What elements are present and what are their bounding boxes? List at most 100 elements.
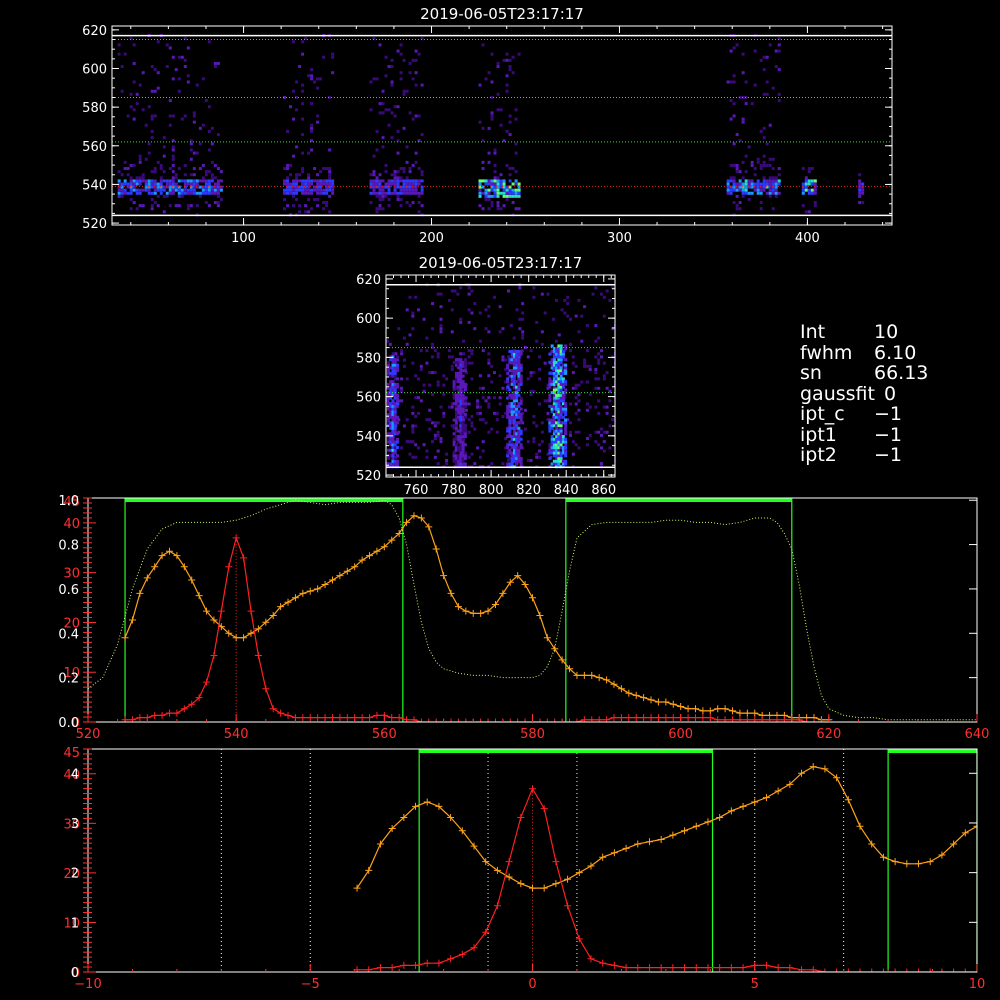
heatmap-pixel — [454, 424, 458, 428]
heatmap-pixel — [307, 182, 311, 186]
heatmap-pixel — [411, 455, 415, 459]
heatmap-pixel — [557, 462, 561, 466]
orange-series-markers — [121, 512, 833, 722]
heatmap-pixel — [583, 305, 587, 309]
data-point — [232, 534, 240, 542]
heatmap-pixel — [459, 388, 463, 392]
heatmap-pixel — [153, 167, 157, 171]
heatmap-pixel — [741, 182, 745, 186]
heatmap-pixel — [411, 77, 415, 81]
heatmap-pixel — [390, 83, 394, 87]
heatmap-pixel — [744, 154, 748, 158]
heatmap-pixel — [183, 58, 187, 62]
data-point — [727, 964, 735, 972]
heatmap-pixel — [559, 413, 563, 417]
heatmap-pixel — [481, 418, 485, 422]
heatmap-pixel — [526, 458, 530, 462]
heatmap-pixel — [328, 188, 332, 192]
heatmap-pixel — [414, 58, 418, 62]
heatmap-pixel — [501, 415, 505, 419]
heatmap-pixel — [436, 292, 440, 296]
heatmap-pixel — [411, 361, 415, 365]
heatmap-pixel — [729, 179, 733, 183]
heatmap-pixel — [771, 207, 775, 211]
heatmap-pixel — [319, 182, 323, 186]
heatmap-pixel — [517, 355, 521, 359]
heatmap-pixel — [463, 435, 467, 439]
heatmap-pixel — [505, 129, 509, 133]
heatmap-pixel — [762, 68, 766, 72]
heatmap-pixel — [304, 210, 308, 214]
left-tick-label: 0.2 — [58, 672, 79, 687]
heatmap-pixel — [295, 197, 299, 201]
heatmap-pixel — [583, 361, 587, 365]
heatmap-pixel — [470, 289, 474, 293]
heatmap-pixel — [605, 289, 609, 293]
heatmap-pixel — [141, 188, 145, 192]
heatmap-pixel — [393, 170, 397, 174]
heatmap-pixel — [375, 194, 379, 198]
heatmap-pixel — [487, 160, 491, 164]
heatmap-pixel — [378, 188, 382, 192]
heatmap-pixel — [555, 426, 559, 430]
heatmap-pixel — [571, 386, 575, 390]
heatmap-pixel — [548, 385, 552, 389]
heatmap-pixel — [461, 393, 465, 397]
heatmap-pixel — [569, 349, 573, 353]
heatmap-pixel — [417, 210, 421, 214]
heatmap-pixel — [386, 369, 390, 373]
heatmap-pixel — [375, 129, 379, 133]
heatmap-pixel — [168, 188, 172, 192]
data-point — [564, 875, 572, 883]
heatmap-pixel — [292, 194, 296, 198]
heatmap-pixel — [141, 108, 145, 112]
heatmap-pixel — [540, 430, 544, 434]
heatmap-pixel — [325, 188, 329, 192]
heatmap-pixel — [726, 80, 730, 84]
heatmap-pixel — [470, 452, 474, 456]
heatmap-pixel — [564, 446, 568, 450]
heatmap-pixel — [450, 355, 454, 359]
heatmap-pixel — [325, 179, 329, 183]
heatmap-pixel — [599, 427, 603, 431]
heatmap-pixel — [405, 182, 409, 186]
heatmap-pixel — [405, 377, 409, 381]
red-series-markers — [353, 785, 977, 972]
data-point — [844, 796, 852, 804]
heatmap-pixel — [564, 382, 568, 386]
heatmap-pixel — [192, 120, 196, 124]
heatmap-pixel — [499, 207, 503, 211]
heatmap-pixel — [777, 92, 781, 96]
heatmap-block — [478, 43, 521, 217]
heatmap-pixel — [384, 74, 388, 78]
heatmap-pixel — [561, 355, 565, 359]
heatmap-pixel — [777, 49, 781, 53]
heatmap-pixel — [514, 117, 518, 121]
heatmap-pixel — [195, 204, 199, 208]
heatmap-pixel — [561, 396, 565, 400]
heatmap-pixel — [301, 52, 305, 56]
data-point — [575, 869, 583, 877]
spectrogram-mid-chart: 760 780 800 820 840 8605205405605806006202019… — [356, 254, 616, 498]
heatmap-pixel — [759, 58, 763, 62]
heatmap-pixel — [156, 71, 160, 75]
data-point — [240, 554, 248, 562]
heatmap-pixel — [459, 320, 463, 324]
heatmap-pixel — [464, 408, 468, 412]
heatmap-pixel — [564, 358, 568, 362]
data-point — [774, 787, 782, 795]
heatmap-pixel — [386, 363, 390, 367]
heatmap-pixel — [213, 163, 217, 167]
heatmap-pixel — [117, 170, 121, 174]
heatmap-pixel — [159, 179, 163, 183]
heatmap-pixel — [459, 377, 463, 381]
heatmap-pixel — [174, 182, 178, 186]
heatmap-pixel — [313, 179, 317, 183]
heatmap-pixel — [498, 305, 502, 309]
heatmap-pixel — [177, 194, 181, 198]
data-point — [645, 838, 653, 846]
heatmap-pixel — [529, 349, 533, 353]
heatmap-pixel — [858, 194, 862, 198]
heatmap-pixel — [375, 77, 379, 81]
heatmap-pixel — [514, 151, 518, 155]
